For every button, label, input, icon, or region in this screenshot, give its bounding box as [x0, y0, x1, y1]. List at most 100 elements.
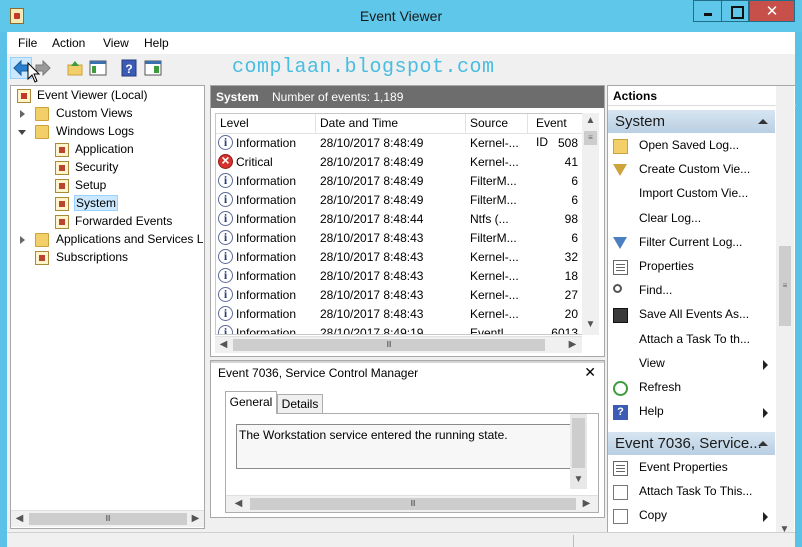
tab-details[interactable]: Details	[277, 394, 323, 414]
tree-item-setup[interactable]: Setup	[15, 178, 195, 195]
table-row[interactable]: Information 28/10/2017 8:49:19 EventL... 60…	[216, 324, 582, 335]
show-hide-action-pane-button[interactable]	[142, 57, 164, 79]
maximize-button[interactable]	[721, 0, 749, 22]
help-book-icon: ?	[121, 59, 137, 77]
events-vertical-scrollbar[interactable]: ▲ ≡ ▼	[582, 113, 599, 335]
folder-icon	[35, 125, 49, 139]
tab-general[interactable]: General	[225, 391, 277, 414]
scroll-down-icon[interactable]: ▼	[570, 472, 587, 488]
table-row[interactable]: Information 28/10/2017 8:48:43 Kernel-... 2…	[216, 305, 582, 324]
scroll-down-icon[interactable]: ▼	[582, 317, 599, 333]
scroll-thumb[interactable]: Ⅲ	[29, 513, 187, 525]
filter-icon	[613, 236, 627, 249]
date-time-cell: 28/10/2017 8:48:43	[320, 288, 424, 302]
collapse-caret-icon[interactable]	[758, 119, 768, 124]
tree-item-label: Applications and Services Lo	[56, 232, 203, 246]
table-row[interactable]: Information 28/10/2017 8:48:44 Ntfs (... 98	[216, 210, 582, 229]
action-save-all-events-as[interactable]: Save All Events As...	[608, 304, 775, 326]
scroll-right-icon[interactable]: ▶	[578, 496, 595, 512]
collapse-arrow-icon[interactable]	[18, 130, 26, 135]
message-vertical-scrollbar[interactable]: ▼	[570, 414, 587, 489]
menu-help[interactable]: Help	[144, 36, 169, 50]
table-row[interactable]: Information 28/10/2017 8:48:49 FilterM... 6	[216, 191, 582, 210]
column-header-date-time[interactable]: Date and Time	[316, 114, 466, 134]
event-viewer-icon	[17, 89, 31, 103]
scroll-left-icon[interactable]: ◀	[11, 511, 28, 527]
scroll-right-icon[interactable]: ▶	[564, 337, 581, 353]
source-cell: FilterM...	[470, 193, 517, 207]
tree-item-applications-and-services[interactable]: Applications and Services Lo	[15, 232, 203, 249]
show-hide-console-tree-button[interactable]	[87, 57, 109, 79]
action-attach-a-task-to-th[interactable]: Attach a Task To th...	[608, 329, 775, 351]
collapse-caret-icon[interactable]	[758, 441, 768, 446]
table-row[interactable]: Information 28/10/2017 8:48:49 FilterM... 6	[216, 172, 582, 191]
close-detail-icon[interactable]: ✕	[584, 364, 596, 381]
table-row[interactable]: Critical 28/10/2017 8:48:49 Kernel-... 41	[216, 152, 582, 172]
close-icon: ✕	[765, 3, 779, 20]
close-window-button[interactable]: ✕	[749, 0, 795, 22]
table-row[interactable]: Information 28/10/2017 8:48:43 FilterM... 6	[216, 229, 582, 248]
tree-item-application[interactable]: Application	[15, 142, 195, 159]
action-refresh[interactable]: Refresh	[608, 377, 775, 399]
table-row[interactable]: Information 28/10/2017 8:48:43 Kernel-... 2…	[216, 286, 582, 305]
scroll-thumb[interactable]	[572, 418, 585, 468]
action-copy[interactable]: Copy	[608, 505, 775, 527]
scroll-thumb[interactable]: ≡	[779, 246, 791, 326]
menu-view[interactable]: View	[103, 36, 129, 50]
actions-section-event[interactable]: Event 7036, Service...	[608, 432, 775, 455]
action-properties[interactable]: Properties	[608, 256, 775, 278]
folder-icon	[35, 233, 49, 247]
scroll-left-icon[interactable]: ◀	[215, 337, 232, 353]
actions-section-system[interactable]: System	[608, 110, 775, 133]
column-header-event-id[interactable]: Event ID	[528, 114, 582, 149]
find-icon	[613, 284, 622, 294]
column-header-level[interactable]: Level	[216, 114, 316, 134]
action-clear-log[interactable]: Clear Log...	[608, 208, 775, 230]
date-time-cell: 28/10/2017 8:48:49	[320, 155, 424, 169]
tree-item-security[interactable]: Security	[15, 160, 195, 177]
expand-arrow-icon[interactable]	[20, 110, 25, 118]
scroll-right-icon[interactable]: ▶	[187, 511, 204, 527]
information-icon	[218, 287, 233, 302]
tree-item-subscriptions[interactable]: Subscriptions	[15, 250, 195, 267]
tree-item-windows-logs[interactable]: Windows Logs	[15, 124, 195, 141]
column-header-source[interactable]: Source	[466, 114, 528, 134]
action-event-properties[interactable]: Event Properties	[608, 457, 775, 479]
action-view[interactable]: View	[608, 353, 775, 375]
events-horizontal-scrollbar[interactable]: ◀ Ⅲ ▶	[215, 336, 582, 353]
table-row[interactable]: Information 28/10/2017 8:48:49 Kernel-... 5…	[216, 134, 582, 153]
title-bar: Event Viewer ✕	[0, 0, 802, 32]
action-attach-task-to-this[interactable]: Attach Task To This...	[608, 481, 775, 503]
menu-file[interactable]: File	[18, 36, 37, 50]
tree-item-event-viewer-local[interactable]: Event Viewer (Local)	[15, 88, 195, 105]
tree-item-custom-views[interactable]: Custom Views	[15, 106, 195, 123]
scroll-up-icon[interactable]: ▲	[582, 113, 599, 129]
action-open-saved-log[interactable]: Open Saved Log...	[608, 135, 775, 157]
up-folder-button[interactable]	[64, 57, 86, 79]
action-find[interactable]: Find...	[608, 280, 775, 302]
table-row[interactable]: Information 28/10/2017 8:48:43 Kernel-... 1…	[216, 267, 582, 286]
expand-arrow-icon[interactable]	[20, 236, 25, 244]
message-horizontal-scrollbar[interactable]: ◀ Ⅲ ▶	[226, 495, 598, 512]
action-import-custom-vie[interactable]: Import Custom Vie...	[608, 183, 775, 205]
log-icon	[55, 179, 69, 193]
actions-vertical-scrollbar[interactable]: ≡ ▼	[776, 86, 794, 546]
help-toolbar-button[interactable]: ?	[118, 57, 140, 79]
scroll-thumb[interactable]: Ⅲ	[250, 498, 576, 510]
minimize-button[interactable]	[693, 0, 721, 22]
table-row[interactable]: Information 28/10/2017 8:48:43 Kernel-... 3…	[216, 248, 582, 267]
action-filter-current-log[interactable]: Filter Current Log...	[608, 232, 775, 254]
scroll-thumb[interactable]: Ⅲ	[233, 339, 545, 351]
event-message-text[interactable]: The Workstation service entered the runn…	[236, 424, 587, 469]
window-client: File Action View Help ? complaan.blogspo…	[7, 32, 796, 547]
action-create-custom-vie[interactable]: Create Custom Vie...	[608, 159, 775, 181]
scroll-left-icon[interactable]: ◀	[230, 496, 247, 512]
tree-item-forwarded-events[interactable]: Forwarded Events	[15, 214, 195, 231]
scroll-thumb[interactable]: ≡	[584, 131, 597, 145]
menu-action[interactable]: Action	[52, 36, 85, 50]
action-help[interactable]: ? Help	[608, 401, 775, 423]
panel-splitter[interactable]	[211, 361, 604, 363]
tree-item-system[interactable]: System	[15, 195, 195, 213]
level-cell: Information	[236, 326, 297, 335]
tree-horizontal-scrollbar[interactable]: ◀ Ⅲ ▶	[11, 510, 204, 527]
